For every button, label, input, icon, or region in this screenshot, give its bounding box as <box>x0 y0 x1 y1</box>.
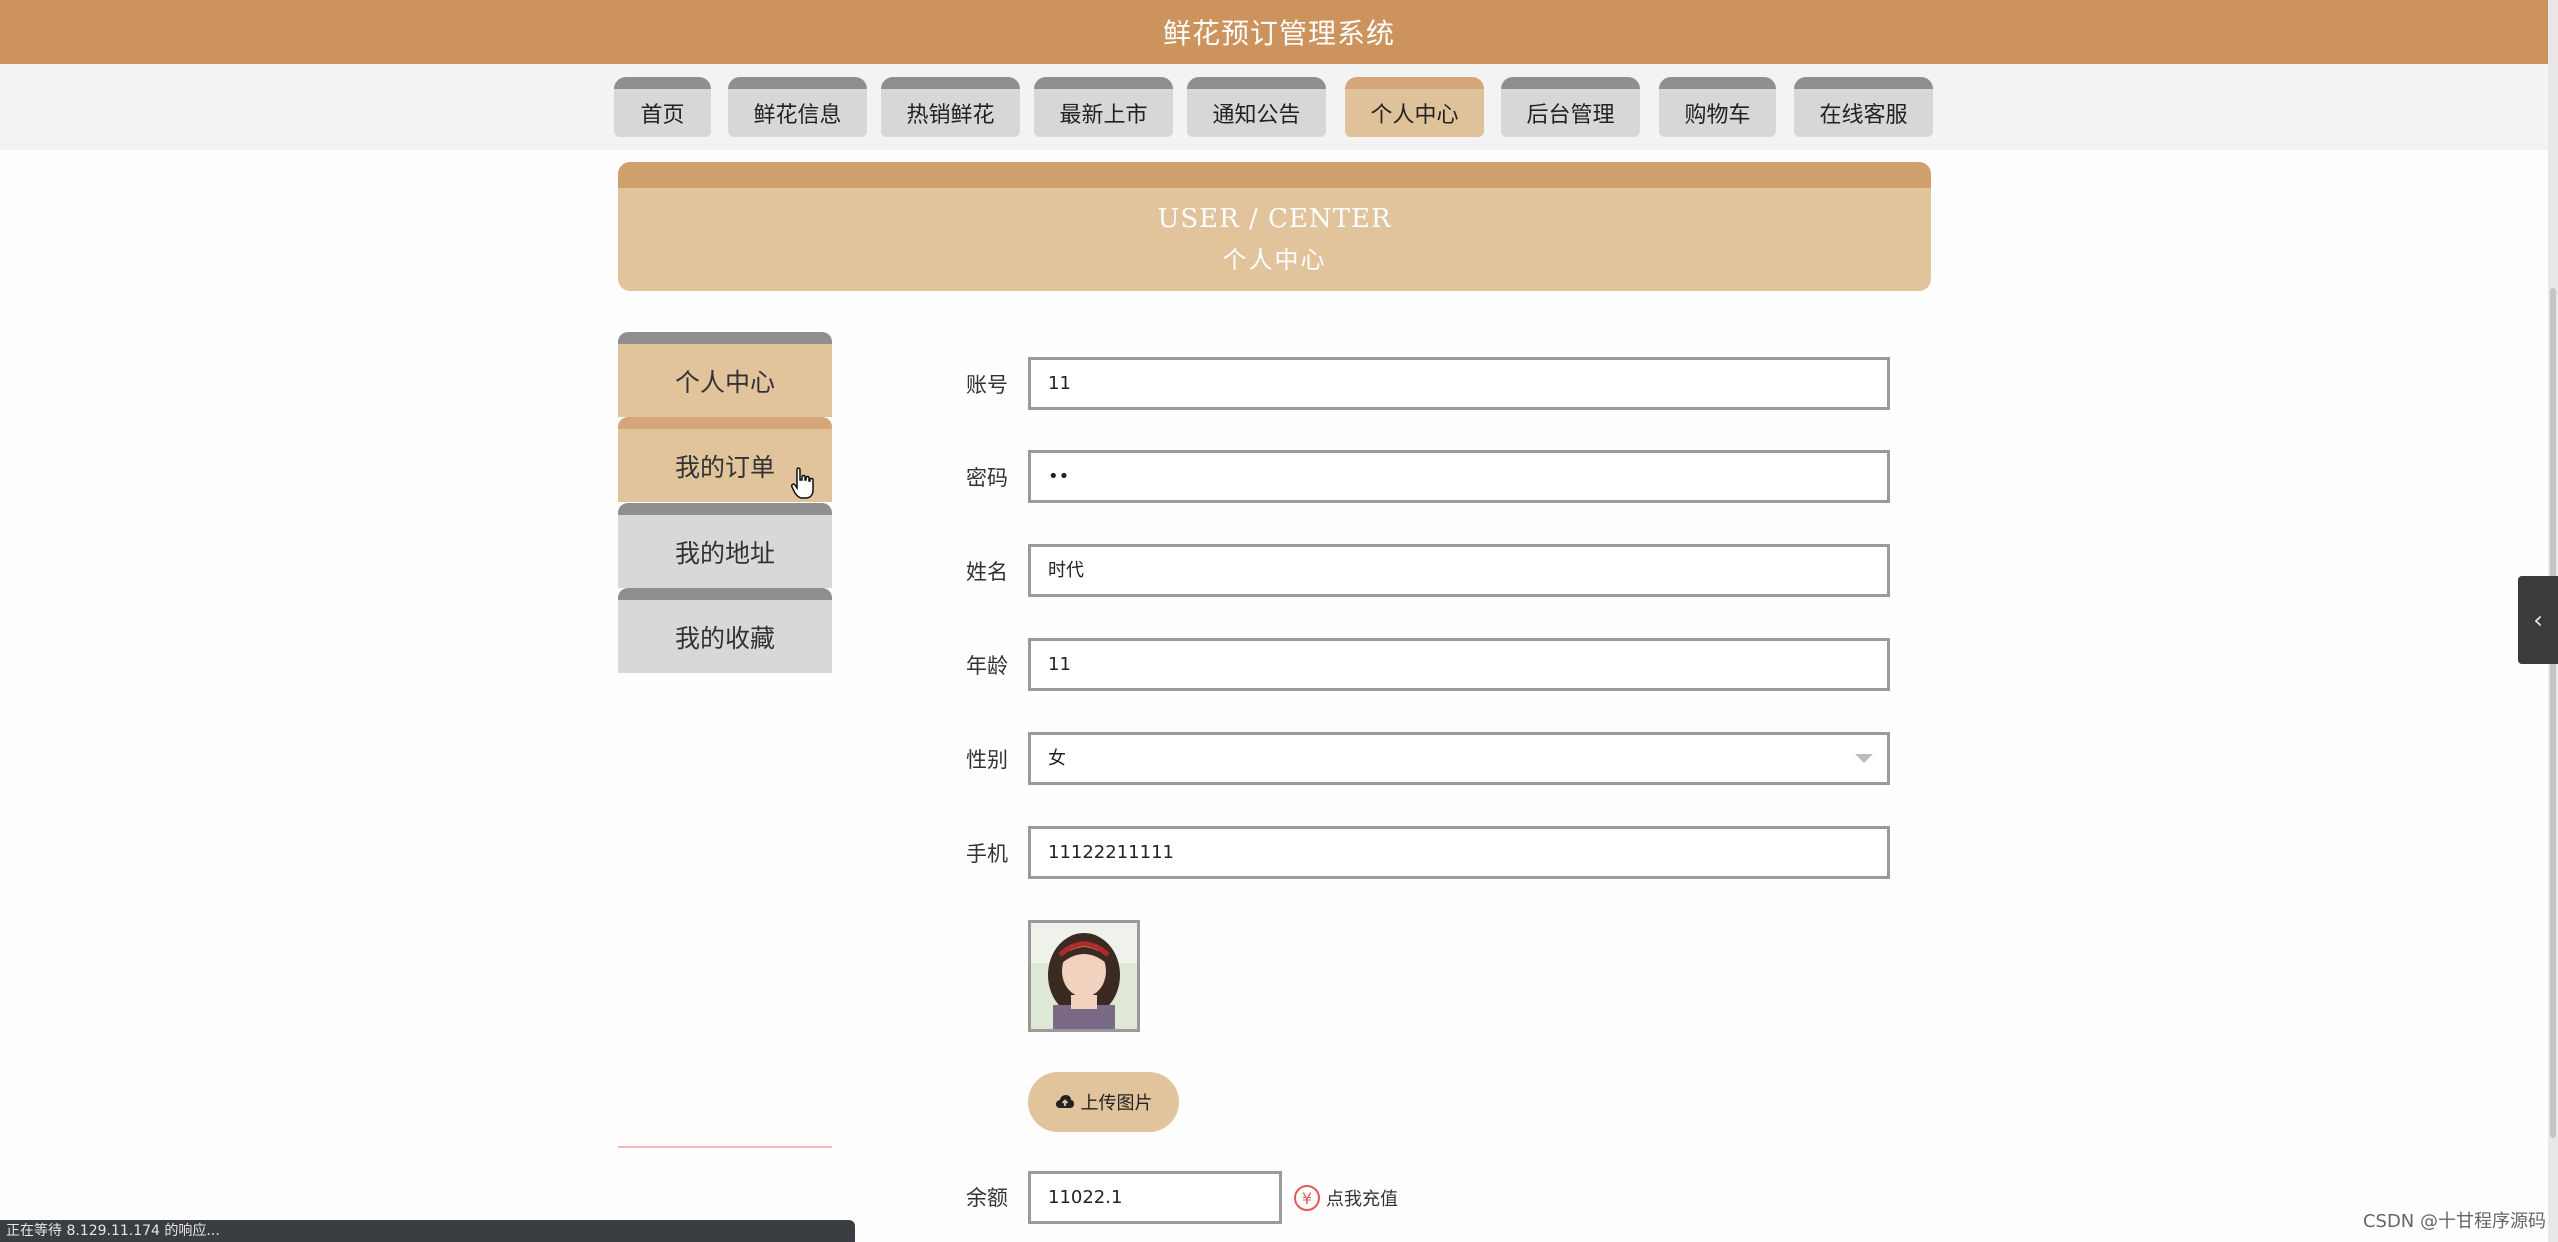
avatar-portrait <box>1031 923 1137 1029</box>
recharge-link[interactable]: ¥ 点我充值 <box>1294 1182 1398 1214</box>
nav-user-center[interactable]: 个人中心 <box>1345 77 1484 137</box>
chevron-left-icon[interactable]: ‹ <box>2518 576 2558 664</box>
chevron-down-icon <box>1855 754 1873 763</box>
gender-label: 性别 <box>966 748 1008 772</box>
phone-field[interactable]: 11122211111 <box>1028 826 1890 879</box>
password-label: 密码 <box>966 466 1008 490</box>
main-nav: 首页 鲜花信息 热销鲜花 最新上市 通知公告 个人中心 后台管理 购物车 在线客… <box>0 64 2558 150</box>
nav-hot-flowers[interactable]: 热销鲜花 <box>881 77 1020 137</box>
name-field[interactable]: 时代 <box>1028 544 1890 597</box>
nav-flower-info[interactable]: 鲜花信息 <box>728 77 867 137</box>
nav-online-service[interactable]: 在线客服 <box>1794 77 1933 137</box>
age-label: 年龄 <box>966 654 1008 678</box>
account-field[interactable]: 11 <box>1028 357 1890 410</box>
browser-status-bar: 正在等待 8.129.11.174 的响应... <box>0 1220 855 1242</box>
upload-image-button[interactable]: 上传图片 <box>1028 1072 1179 1132</box>
nav-admin[interactable]: 后台管理 <box>1501 77 1640 137</box>
cloud-upload-icon <box>1055 1095 1074 1108</box>
site-header: 鲜花预订管理系统 <box>0 0 2558 64</box>
avatar-image <box>1028 920 1140 1032</box>
recharge-label: 点我充值 <box>1326 1189 1398 1210</box>
sidebar-item-my-favorites[interactable]: 我的收藏 <box>618 588 832 673</box>
gender-select[interactable]: 女 <box>1028 732 1890 785</box>
nav-notices[interactable]: 通知公告 <box>1187 77 1326 137</box>
scrollbar-thumb[interactable] <box>2550 288 2556 1138</box>
page-banner: USER / CENTER 个人中心 <box>618 162 1931 291</box>
yen-icon: ¥ <box>1294 1185 1320 1211</box>
password-field[interactable]: •• <box>1028 450 1890 503</box>
banner-title-cn: 个人中心 <box>1222 246 1327 274</box>
nav-new-arrivals[interactable]: 最新上市 <box>1034 77 1173 137</box>
banner-title-en: USER / CENTER <box>1157 204 1392 234</box>
hand-pointer-icon <box>791 467 814 499</box>
site-title: 鲜花预订管理系统 <box>1162 17 1395 50</box>
age-field[interactable]: 11 <box>1028 638 1890 691</box>
sidebar-item-user-center[interactable]: 个人中心 <box>618 332 832 417</box>
gender-select-value: 女 <box>1048 748 1066 769</box>
phone-label: 手机 <box>966 842 1008 866</box>
sidebar-divider <box>618 1146 832 1148</box>
balance-field[interactable]: 11022.1 <box>1028 1171 1282 1224</box>
balance-label: 余额 <box>966 1186 1008 1210</box>
watermark: CSDN @十甘程序源码 <box>2362 1211 2546 1232</box>
nav-cart[interactable]: 购物车 <box>1659 77 1776 137</box>
upload-image-label: 上传图片 <box>1080 1093 1153 1114</box>
sidebar-item-my-address[interactable]: 我的地址 <box>618 503 832 588</box>
name-label: 姓名 <box>966 560 1008 584</box>
account-label: 账号 <box>966 373 1008 397</box>
nav-home[interactable]: 首页 <box>614 77 711 137</box>
